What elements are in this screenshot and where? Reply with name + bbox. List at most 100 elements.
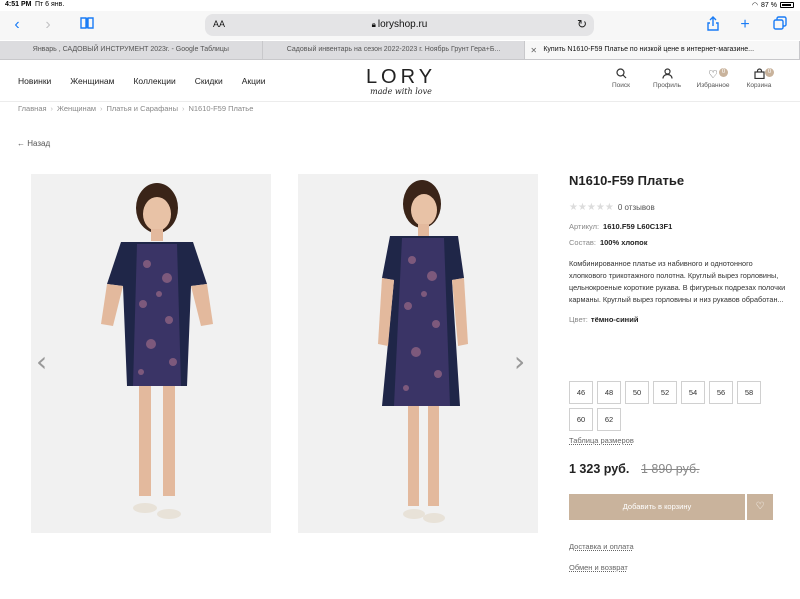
arrow-left-icon: ← <box>17 139 25 148</box>
site-header: Новинки Женщинам Коллекции Скидки Акции … <box>0 60 800 102</box>
breadcrumb-separator-icon: › <box>50 104 54 113</box>
gallery-next-icon[interactable]: › <box>514 345 525 378</box>
breadcrumb-item[interactable]: Женщинам <box>57 104 96 113</box>
favorites-label: Избранное <box>696 82 730 89</box>
forward-chevron-icon[interactable]: › <box>39 16 57 34</box>
composition-value: 100% хлопок <box>599 238 648 247</box>
reviews-count[interactable]: 0 отзывов <box>618 203 655 212</box>
product-sku: Артикул: 1610.F59 L60C13F1 <box>569 222 789 231</box>
lock-icon: 🔒︎ <box>371 20 376 29</box>
breadcrumb-separator-icon: › <box>181 104 185 113</box>
old-price: 1 890 руб. <box>641 462 700 476</box>
size-table-link[interactable]: Таблица размеров <box>569 436 634 445</box>
breadcrumb-current: N1610-F59 Платье <box>188 104 254 113</box>
add-to-cart-button[interactable]: Добавить в корзину <box>569 494 745 520</box>
browser-tabs: Январь , САДОВЫЙ ИНСТРУМЕНТ 2023г. - Goo… <box>0 41 800 60</box>
gallery-prev-icon[interactable]: ‹ <box>36 345 47 378</box>
product-photo[interactable] <box>31 174 271 533</box>
status-date: Пт 6 янв. <box>35 1 65 8</box>
reload-icon[interactable]: ↻ <box>577 17 587 31</box>
size-option[interactable]: 62 <box>597 408 621 431</box>
nav-item-women[interactable]: Женщинам <box>70 76 114 86</box>
browser-tab-active[interactable]: ✕ Купить N1610-F59 Платье по низкой цене… <box>525 41 800 59</box>
size-option[interactable]: 54 <box>681 381 705 404</box>
product-rating: ★★★★★ 0 отзывов <box>569 202 789 213</box>
profile-button[interactable]: Профиль <box>644 68 690 89</box>
logo-brand: LORY <box>365 66 437 88</box>
size-option[interactable]: 50 <box>625 381 649 404</box>
color-value: тёмно-синий <box>590 315 639 324</box>
profile-icon <box>644 68 690 82</box>
nav-item-sale[interactable]: Скидки <box>195 76 223 86</box>
nav-item-collections[interactable]: Коллекции <box>133 76 175 86</box>
back-chevron-icon[interactable]: ‹ <box>8 16 26 34</box>
sku-label: Артикул: <box>569 222 600 231</box>
share-icon[interactable] <box>704 16 722 34</box>
back-label: Назад <box>27 139 51 148</box>
size-option[interactable]: 46 <box>569 381 593 404</box>
search-button[interactable]: Поиск <box>598 68 644 89</box>
profile-label: Профиль <box>652 82 682 89</box>
breadcrumb-item[interactable]: Платья и Сарафаны <box>107 104 178 113</box>
favorites-button[interactable]: ♡ 0 Избранное <box>690 68 736 89</box>
address-bar[interactable]: AA 🔒︎ loryshop.ru ↻ <box>205 14 594 36</box>
site-logo[interactable]: LORY made with love <box>358 66 444 96</box>
sku-value: 1610.F59 L60C13F1 <box>603 222 673 231</box>
status-time: 4:51 PM <box>5 1 32 8</box>
heart-icon: ♡ <box>755 501 765 512</box>
tabs-overview-icon[interactable] <box>771 16 789 34</box>
battery-percent: 87 % <box>761 1 777 9</box>
product-composition: Состав: 100% хлопок <box>569 238 789 247</box>
rating-stars-icon: ★★★★★ <box>569 202 614 213</box>
composition-label: Состав: <box>569 238 596 247</box>
search-label: Поиск <box>611 82 630 89</box>
main-nav: Новинки Женщинам Коллекции Скидки Акции <box>18 76 266 86</box>
size-option[interactable]: 58 <box>737 381 761 404</box>
product-info: N1610-F59 Платье ★★★★★ 0 отзывов Артикул… <box>569 173 789 324</box>
bookmarks-icon[interactable] <box>78 16 96 34</box>
favorites-count: 0 <box>719 68 728 77</box>
breadcrumb-item[interactable]: Главная <box>18 104 47 113</box>
product-description: Комбинированное платье из набивного и од… <box>569 259 786 304</box>
return-link[interactable]: Обмен и возврат <box>569 563 628 572</box>
model-front-image <box>101 183 213 519</box>
cart-button[interactable]: 0 Корзина <box>736 68 782 89</box>
close-tab-icon[interactable]: ✕ <box>530 46 537 55</box>
current-price: 1 323 руб. <box>569 462 630 476</box>
url-text: loryshop.ru <box>377 19 428 30</box>
size-option[interactable]: 56 <box>709 381 733 404</box>
status-bar: 4:51 PM Пт 6 янв. ◠ 87 % <box>0 0 800 11</box>
browser-tab-active-label: Купить N1610-F59 Платье по низкой цене в… <box>543 46 755 53</box>
size-option[interactable]: 60 <box>569 408 593 431</box>
header-actions: Поиск Профиль ♡ 0 Избранное 0 Корзина <box>598 68 782 89</box>
logo-tagline: made with love <box>370 87 432 96</box>
battery-icon <box>780 2 794 8</box>
product-color: Цвет: тёмно-синий <box>569 315 789 324</box>
size-option[interactable]: 48 <box>597 381 621 404</box>
color-label: Цвет: <box>569 315 588 324</box>
bag-icon <box>736 68 782 82</box>
address-url: 🔒︎ loryshop.ru <box>205 19 594 30</box>
size-selector: 46 48 50 52 54 56 58 60 62 <box>569 381 769 431</box>
size-option[interactable]: 52 <box>653 381 677 404</box>
nav-item-promotions[interactable]: Акции <box>242 76 266 86</box>
product-photo[interactable] <box>298 174 538 533</box>
status-right: ◠ 87 % <box>752 1 794 9</box>
breadcrumb-separator-icon: › <box>100 104 103 113</box>
model-angle-image <box>378 180 468 523</box>
cart-label: Корзина <box>746 82 772 89</box>
search-icon <box>598 68 644 82</box>
browser-tab[interactable]: Садовый инвентарь на сезон 2022-2023 г. … <box>263 41 526 59</box>
wifi-icon: ◠ <box>751 2 759 9</box>
browser-tab[interactable]: Январь , САДОВЫЙ ИНСТРУМЕНТ 2023г. - Goo… <box>0 41 263 59</box>
breadcrumb: Главная › Женщинам › Платья и Сарафаны ›… <box>18 104 253 113</box>
new-tab-icon[interactable]: + <box>736 16 754 34</box>
delivery-link[interactable]: Доставка и оплата <box>569 542 634 551</box>
heart-icon: ♡ <box>708 69 718 81</box>
add-to-favorites-button[interactable]: ♡ <box>747 494 773 520</box>
nav-item-new[interactable]: Новинки <box>18 76 51 86</box>
cart-count: 0 <box>765 68 774 77</box>
product-title: N1610-F59 Платье <box>569 173 685 188</box>
back-link[interactable]: ← Назад <box>17 139 50 148</box>
browser-toolbar: ‹ › AA 🔒︎ loryshop.ru ↻ + <box>0 11 800 40</box>
